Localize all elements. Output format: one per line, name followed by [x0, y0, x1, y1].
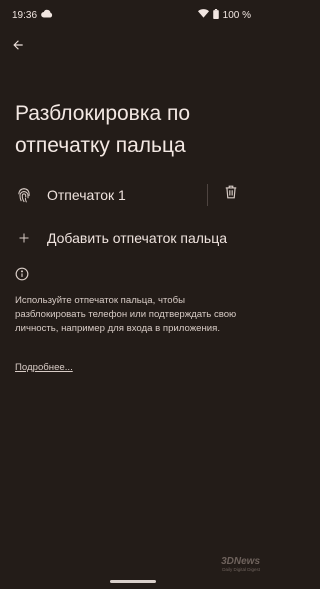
delete-fingerprint-button[interactable] — [222, 185, 240, 203]
fingerprint-label: Отпечаток 1 — [47, 187, 126, 203]
trash-icon — [225, 185, 237, 204]
status-time: 19:36 — [12, 9, 38, 21]
battery-level: 100 % — [222, 9, 251, 21]
add-fingerprint-item[interactable]: Добавить отпечаток пальца — [0, 218, 265, 258]
back-button[interactable] — [7, 36, 29, 58]
cloud-icon — [41, 9, 53, 21]
battery-icon — [212, 8, 219, 22]
fingerprint-icon — [15, 186, 33, 204]
home-indicator[interactable] — [109, 580, 156, 583]
info-icon — [15, 267, 31, 283]
status-bar: 19:36 100 % — [0, 0, 265, 30]
info-description: Используйте отпечаток пальца, чтобы разб… — [15, 295, 237, 334]
back-arrow-icon — [11, 38, 25, 57]
plus-icon — [15, 229, 33, 247]
watermark-text: 3DNews — [221, 556, 260, 567]
wifi-icon — [197, 9, 209, 21]
row-divider — [207, 184, 208, 206]
add-fingerprint-label: Добавить отпечаток пальца — [47, 230, 228, 246]
watermark-tagline: Daily Digital Digest — [222, 567, 260, 572]
learn-more-link[interactable]: Подробнее... — [15, 362, 73, 373]
page-title: Разблокировка по отпечатку пальца — [15, 102, 191, 157]
watermark-logo: 3DNews Daily Digital Digest — [210, 556, 260, 572]
